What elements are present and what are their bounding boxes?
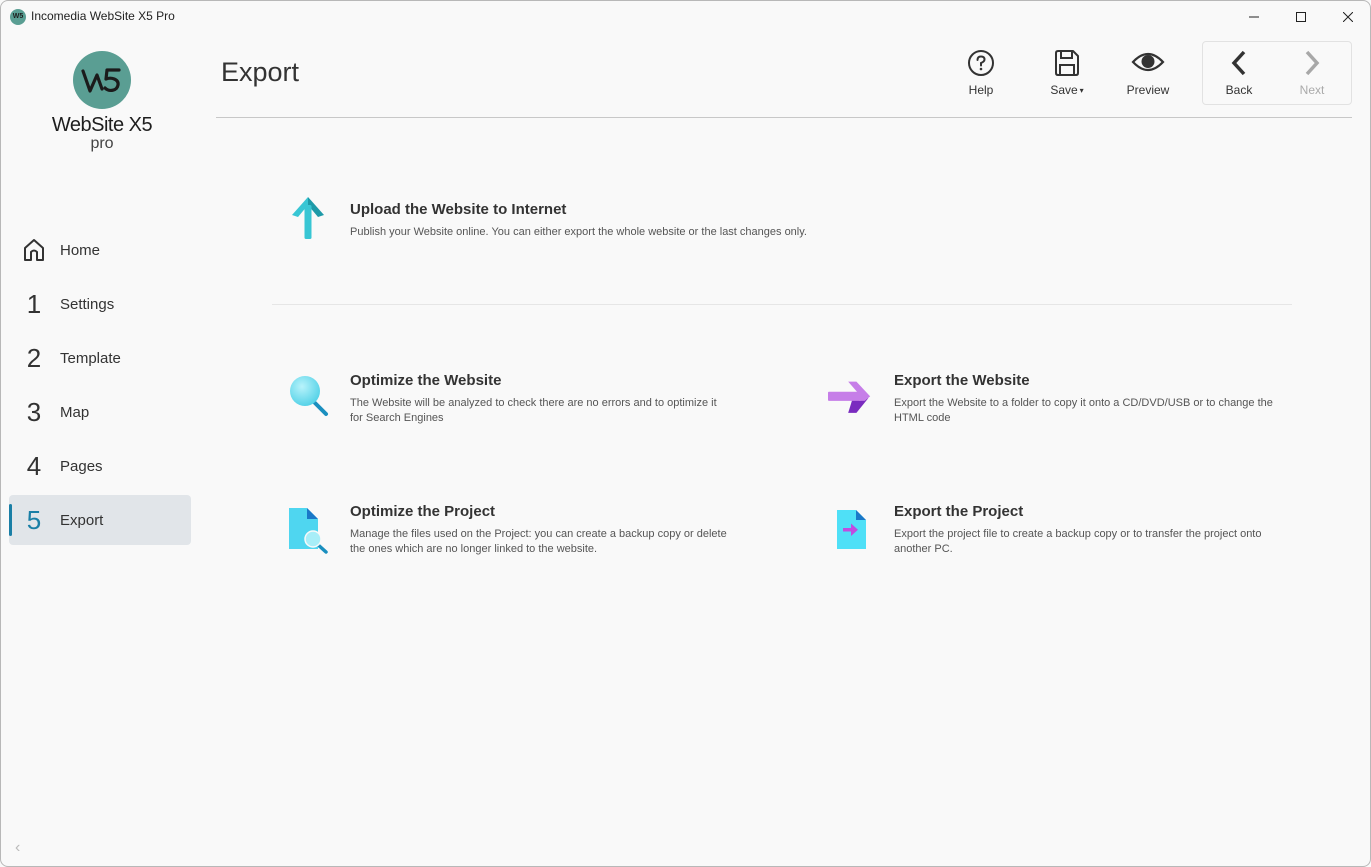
action-description: Export the project file to create a back… bbox=[894, 528, 1262, 555]
step-number: 3 bbox=[26, 396, 42, 427]
sidebar-item-label: Template bbox=[60, 349, 121, 367]
back-label: Back bbox=[1225, 83, 1253, 97]
app-icon: W5 bbox=[10, 9, 26, 25]
sidebar-item-label: Settings bbox=[60, 295, 115, 313]
step-number: 2 bbox=[26, 342, 42, 373]
sidebar-item-template[interactable]: 2 Template bbox=[9, 333, 191, 383]
step-number: 1 bbox=[26, 288, 42, 319]
sidebar-item-pages[interactable]: 4 Pages bbox=[9, 441, 191, 491]
chevron-left-icon bbox=[1231, 50, 1246, 76]
minimize-icon bbox=[1249, 16, 1259, 18]
action-title: Export the Website bbox=[894, 372, 1030, 389]
step-number: 5 bbox=[26, 504, 42, 535]
sidebar-item-export[interactable]: 5 Export bbox=[9, 495, 191, 545]
step-number: 4 bbox=[26, 450, 42, 481]
action-title: Upload the Website to Internet bbox=[350, 201, 567, 218]
magnifier-icon bbox=[290, 376, 328, 416]
page-title: Export bbox=[221, 57, 300, 87]
back-button[interactable]: Back bbox=[1204, 45, 1274, 101]
sidebar-item-settings[interactable]: 1 Settings bbox=[9, 279, 191, 329]
action-description: The Website will be analyzed to check th… bbox=[350, 397, 717, 424]
action-title: Optimize the Project bbox=[350, 503, 496, 520]
help-icon bbox=[968, 50, 994, 76]
export-project-action[interactable]: Export the Project Export the project fi… bbox=[832, 503, 1292, 563]
dropdown-caret-icon[interactable]: ▾ bbox=[1080, 86, 1084, 95]
save-text: Save bbox=[1050, 83, 1078, 97]
action-description: Publish your Website online. You can eit… bbox=[350, 226, 807, 238]
action-title: Export the Project bbox=[894, 503, 1024, 520]
chevron-left-icon: ‹ bbox=[15, 839, 21, 856]
close-button[interactable] bbox=[1325, 1, 1370, 33]
app-window: W5 Incomedia WebSite X5 Pro WebSite X5 p… bbox=[0, 0, 1371, 867]
close-icon bbox=[1343, 12, 1353, 22]
export-arrow-icon bbox=[828, 381, 871, 413]
sidebar-item-label: Pages bbox=[60, 457, 103, 475]
chevron-right-icon bbox=[1305, 50, 1320, 76]
action-description: Export the Website to a folder to copy i… bbox=[894, 397, 1273, 424]
help-button[interactable]: Help bbox=[946, 45, 1016, 101]
help-label: Help bbox=[968, 83, 994, 97]
action-title: Optimize the Website bbox=[350, 372, 502, 389]
header-divider bbox=[216, 117, 1352, 118]
preview-button[interactable]: Preview bbox=[1113, 45, 1183, 101]
logo-name: WebSite X5 bbox=[51, 114, 153, 136]
file-search-icon bbox=[289, 508, 328, 554]
sidebar-item-home[interactable]: Home bbox=[9, 225, 191, 275]
window-title: Incomedia WebSite X5 Pro bbox=[31, 9, 175, 23]
minimize-button[interactable] bbox=[1231, 1, 1277, 33]
next-button[interactable]: Next bbox=[1277, 45, 1347, 101]
save-icon bbox=[1055, 50, 1079, 76]
export-website-action[interactable]: Export the Website Export the Website to… bbox=[828, 372, 1292, 432]
optimize-project-action[interactable]: Optimize the Project Manage the files us… bbox=[288, 503, 748, 563]
save-label: Save ▾ bbox=[1032, 83, 1102, 97]
section-divider bbox=[272, 304, 1292, 305]
file-export-icon bbox=[837, 510, 866, 549]
maximize-icon bbox=[1296, 12, 1306, 22]
eye-icon bbox=[1131, 52, 1165, 72]
logo-badge bbox=[73, 51, 131, 109]
save-button[interactable]: Save ▾ bbox=[1032, 45, 1102, 101]
sidebar-item-label: Map bbox=[60, 403, 90, 421]
action-description: Manage the files used on the Project: yo… bbox=[350, 528, 727, 555]
sidebar-item-label: Home bbox=[60, 241, 101, 259]
collapse-sidebar-button[interactable]: ‹ bbox=[15, 839, 29, 859]
upload-website-action[interactable]: Upload the Website to Internet Publish y… bbox=[288, 197, 888, 251]
next-label: Next bbox=[1299, 83, 1325, 97]
logo-edition: pro bbox=[90, 135, 114, 152]
w5-logo-icon bbox=[81, 68, 121, 93]
maximize-button[interactable] bbox=[1278, 1, 1324, 33]
sidebar-item-label: Export bbox=[60, 511, 104, 529]
preview-label: Preview bbox=[1126, 83, 1170, 97]
upload-arrow-icon bbox=[292, 197, 324, 239]
optimize-website-action[interactable]: Optimize the Website The Website will be… bbox=[288, 372, 748, 432]
home-icon bbox=[24, 239, 44, 261]
title-bar: W5 Incomedia WebSite X5 Pro bbox=[1, 1, 1370, 33]
sidebar-item-map[interactable]: 3 Map bbox=[9, 387, 191, 437]
